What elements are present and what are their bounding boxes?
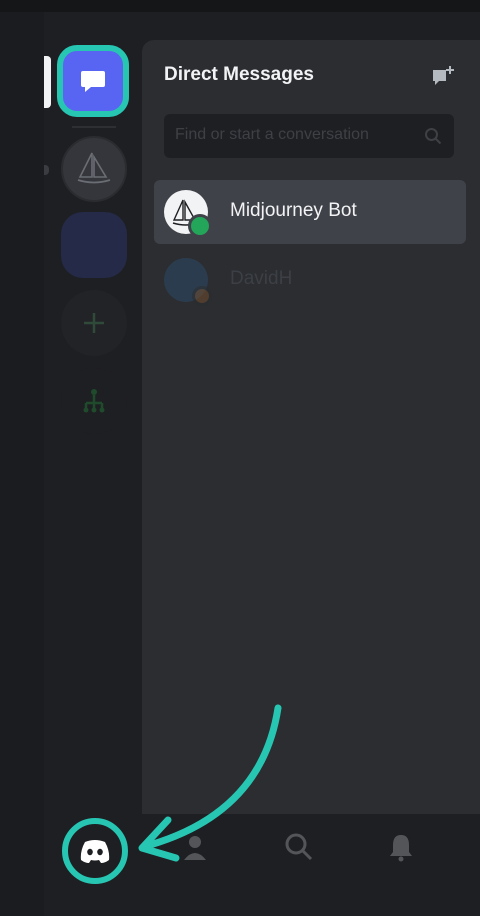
- tutorial-arrow: [138, 704, 282, 862]
